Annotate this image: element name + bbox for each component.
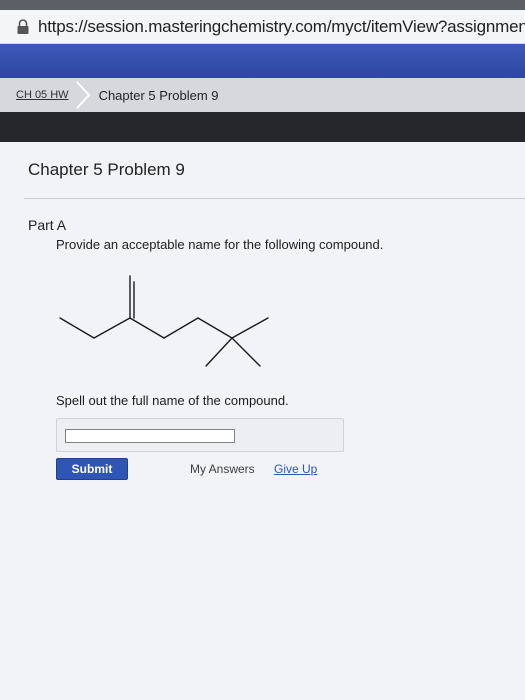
address-bar[interactable]: https://session.masteringchemistry.com/m… <box>0 10 525 44</box>
bond <box>93 317 131 339</box>
breadcrumb-current: Chapter 5 Problem 9 <box>98 87 219 103</box>
bond <box>163 317 199 339</box>
my-answers-link[interactable]: My Answers <box>190 462 255 476</box>
part-label: Part A <box>28 217 67 233</box>
submit-button[interactable]: Submit <box>56 458 128 480</box>
bond <box>231 317 269 339</box>
breadcrumb: CH 05 HW Chapter 5 Problem 9 <box>0 78 525 112</box>
chevron-right-icon <box>75 81 90 109</box>
problem-content: Chapter 5 Problem 9 Part A Provide an ac… <box>0 142 525 700</box>
instruction-text: Spell out the full name of the compound. <box>56 393 289 408</box>
window-top-strip <box>0 0 525 10</box>
lock-icon <box>17 18 29 34</box>
page-title: Chapter 5 Problem 9 <box>28 160 185 179</box>
answer-area <box>56 418 344 452</box>
divider <box>24 198 525 199</box>
bond <box>129 317 165 339</box>
answer-input[interactable] <box>65 429 235 443</box>
compound-structure-diagram <box>59 275 269 367</box>
url-text[interactable]: https://session.masteringchemistry.com/m… <box>38 17 525 37</box>
bond <box>197 317 233 339</box>
toolbar-band <box>0 112 525 142</box>
breadcrumb-assignment-link[interactable]: CH 05 HW <box>16 89 69 101</box>
give-up-link[interactable]: Give Up <box>274 462 317 476</box>
question-text: Provide an acceptable name for the follo… <box>56 237 384 252</box>
site-header <box>0 44 525 78</box>
bond <box>59 317 95 339</box>
bond <box>231 337 261 367</box>
bond <box>205 337 233 367</box>
